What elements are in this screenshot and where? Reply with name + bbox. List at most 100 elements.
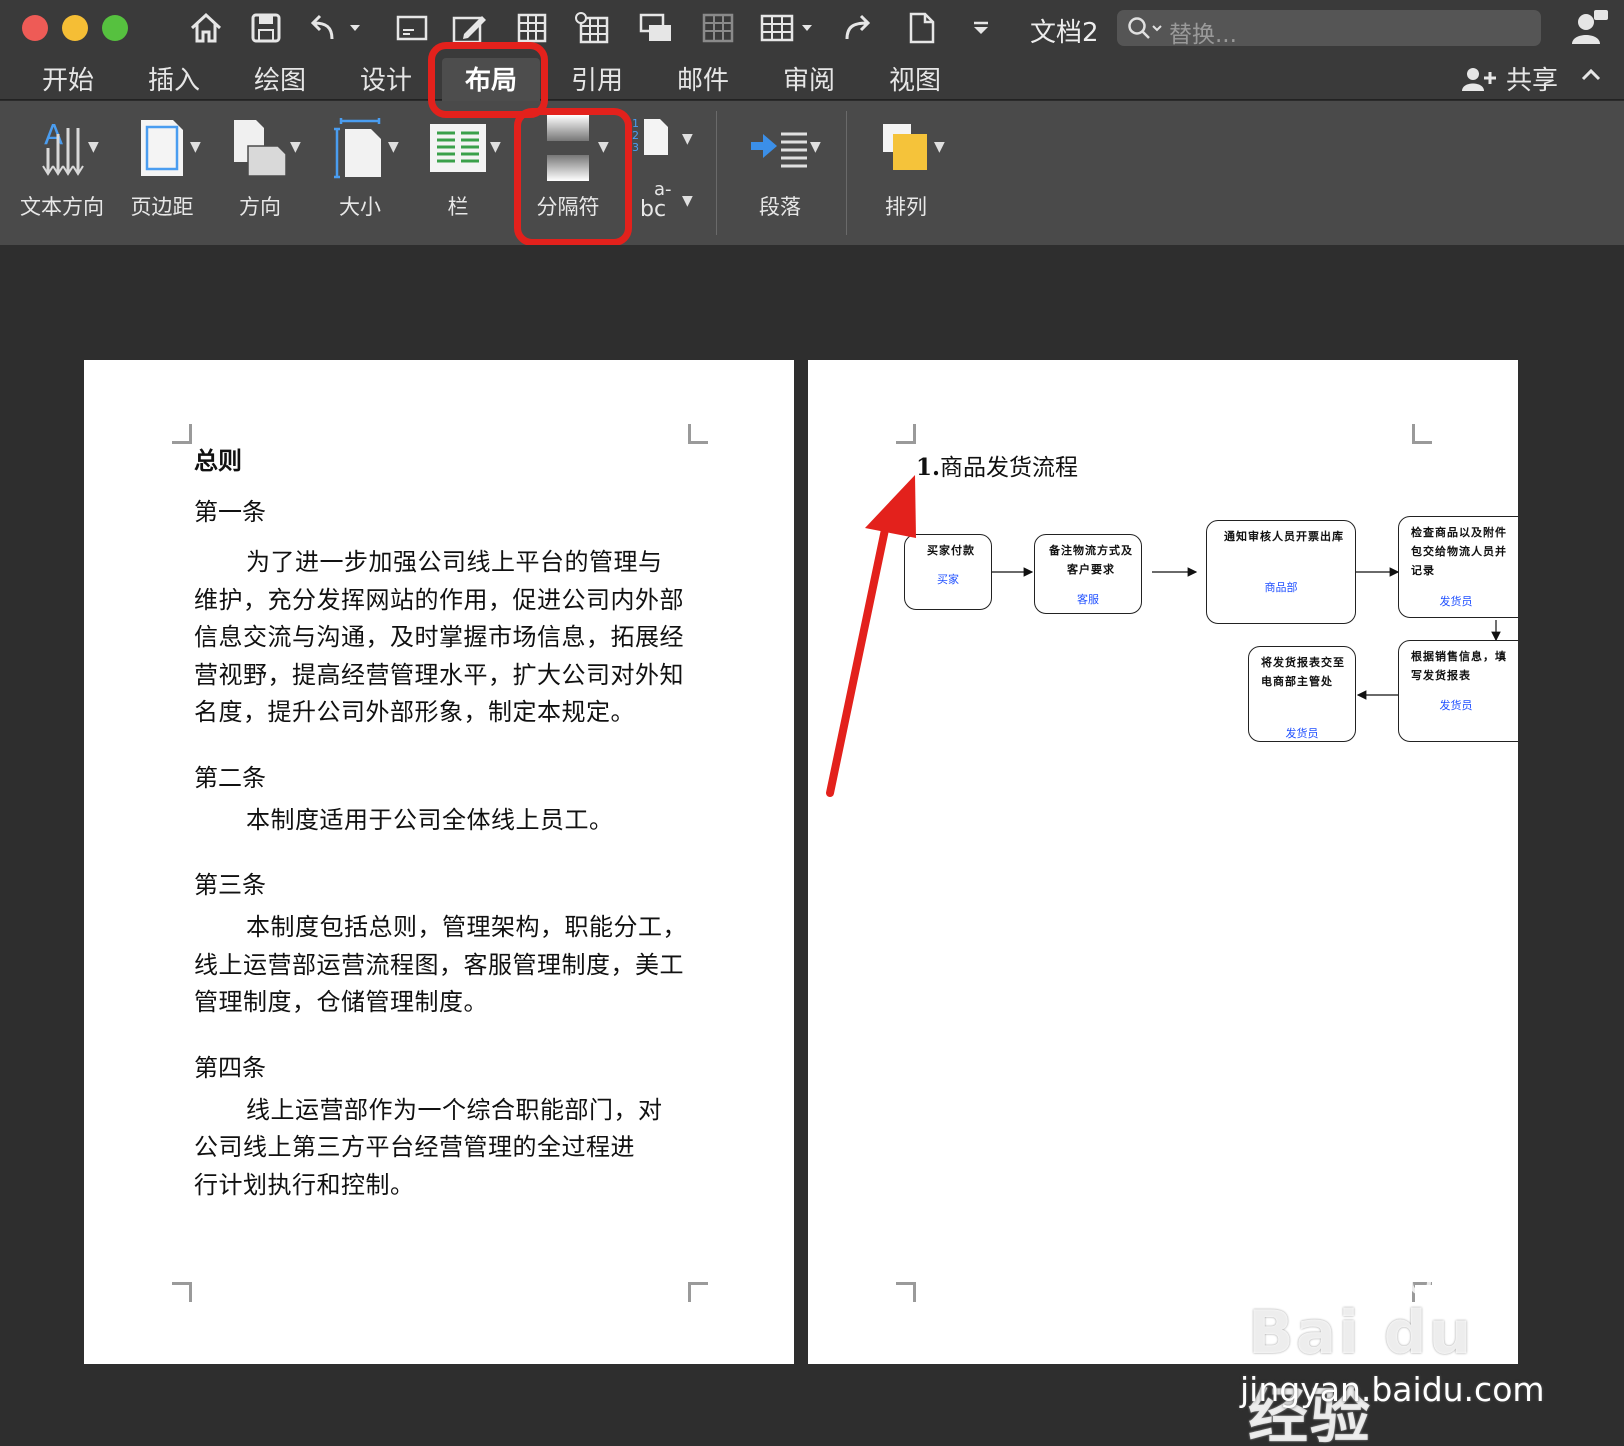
title-bar: 文档2 替换... xyxy=(0,0,1624,56)
tab-mailings[interactable]: 邮件 xyxy=(663,60,743,97)
text-line: 名度，提升公司外部形象，制定本规定。 xyxy=(194,698,635,726)
step-role: 买家 xyxy=(937,573,959,586)
redo-icon[interactable] xyxy=(838,8,878,48)
ribbon-separator xyxy=(846,111,847,235)
search-box[interactable]: 替换... xyxy=(1117,10,1541,48)
tab-draw[interactable]: 绘图 xyxy=(240,60,320,97)
flowchart-step: 将发货报表交至电商部主管处 发货员 xyxy=(1248,646,1356,742)
undo-icon[interactable] xyxy=(308,8,364,48)
text-line: 维护，充分发挥网站的作用，促进公司内外部 xyxy=(194,585,684,614)
breaks-highlight xyxy=(514,108,632,246)
text-line: 本制度适用于公司全体线上员工。 xyxy=(246,805,614,834)
columns-icon xyxy=(416,115,500,181)
text-line: 为了进一步加强公司线上平台的管理与 xyxy=(246,548,663,576)
hyphenation-dropdown-icon[interactable]: ▼ xyxy=(682,193,693,209)
hyphenation-label-bottom: bc xyxy=(640,197,667,222)
line-numbers-icon: 1 2 3 xyxy=(630,115,674,163)
tab-insert[interactable]: 插入 xyxy=(134,60,214,97)
tab-references[interactable]: 引用 xyxy=(557,60,637,97)
search-placeholder: 替换... xyxy=(1169,22,1237,48)
flowchart-step: 根据销售信息，填写发货报表 发货员 xyxy=(1398,640,1518,742)
ribbon-tabs: 开始 插入 绘图 设计 布局 引用 邮件 审阅 视图 共享 xyxy=(0,56,1624,102)
orientation-label: 方向 xyxy=(239,195,281,219)
text-line: 公司线上第三方平台经营管理的全过程进 xyxy=(194,1133,635,1161)
table-dropdown-icon[interactable] xyxy=(760,8,816,48)
home-icon[interactable] xyxy=(186,8,226,48)
columns-label: 栏 xyxy=(447,195,469,219)
tab-design[interactable]: 设计 xyxy=(346,60,426,97)
flowchart-step: 通知审核人员开票出库 商品部 xyxy=(1206,520,1356,624)
windows-icon[interactable] xyxy=(636,8,676,48)
step-text: 通知审核人员开票出库 xyxy=(1224,530,1344,543)
text-line: 线上运营部作为一个综合职能部门，对 xyxy=(246,1095,663,1124)
share-button[interactable]: 共享 xyxy=(1462,60,1558,97)
text-line: 管理制度，仓储管理制度。 xyxy=(194,988,488,1016)
layout-tab-highlight xyxy=(428,42,548,118)
size-button[interactable]: 大小 xyxy=(318,115,402,221)
flowchart-step: 买家付款 买家 xyxy=(904,534,992,610)
arrange-dropdown-icon[interactable]: ▼ xyxy=(934,139,945,155)
add-person-icon xyxy=(1462,67,1496,91)
search-icon xyxy=(1127,16,1163,46)
document-page-1[interactable]: 总则 第一条 为了进一步加强公司线上平台的管理与 维护，充分发挥网站的作用，促进… xyxy=(84,360,794,1364)
columns-button[interactable]: 栏 xyxy=(416,115,500,221)
margin-corner xyxy=(688,1282,708,1302)
form-field-icon[interactable] xyxy=(392,8,432,48)
customize-toolbar-icon[interactable] xyxy=(966,8,996,48)
article-paragraph: 线上运营部作为一个综合职能部门，对 公司线上第三方平台经营管理的全过程进 行计划… xyxy=(194,1092,694,1205)
tab-review[interactable]: 审阅 xyxy=(769,60,849,97)
margin-corner xyxy=(172,424,192,444)
save-icon[interactable] xyxy=(246,8,286,48)
paragraph-button[interactable]: 段落 xyxy=(734,115,826,221)
maximize-window-button[interactable] xyxy=(102,15,128,41)
text-line: 行计划执行和控制。 xyxy=(194,1170,415,1199)
tab-home[interactable]: 开始 xyxy=(28,60,108,97)
article-title: 第三条 xyxy=(194,871,266,899)
step-role: 商品部 xyxy=(1264,581,1298,594)
flowchart-step: 备注物流方式及客户要求 客服 xyxy=(1034,534,1142,614)
size-label: 大小 xyxy=(339,195,381,219)
tab-view[interactable]: 视图 xyxy=(875,60,955,97)
line-numbers-button[interactable]: 1 2 3 xyxy=(630,115,674,163)
minimize-window-button[interactable] xyxy=(62,15,88,41)
margins-dropdown-icon[interactable]: ▼ xyxy=(190,139,201,155)
article-title: 第二条 xyxy=(194,763,266,792)
text-direction-dropdown-icon[interactable]: ▼ xyxy=(88,139,99,155)
page-1-body: 总则 第一条 为了进一步加强公司线上平台的管理与 维护，充分发挥网站的作用，促进… xyxy=(194,444,694,1204)
table-style-icon[interactable] xyxy=(698,8,738,48)
step-role: 发货员 xyxy=(1285,727,1319,740)
text-direction-label: 文本方向 xyxy=(20,195,104,219)
new-document-icon[interactable] xyxy=(904,8,940,48)
article-paragraph: 本制度包括总则，管理架构，职能分工， 线上运营部运营流程图，客服管理制度，美工 … xyxy=(194,909,694,1022)
step-text: 检查商品以及附件包交给物流人员并记录 xyxy=(1411,526,1507,577)
svg-text:3: 3 xyxy=(632,141,639,154)
document-page-2[interactable]: 1.商品发货流程 买家付款 买家 备注物流方式及客户要求 客服 通知审核人员开票… xyxy=(808,360,1518,1364)
account-icon[interactable] xyxy=(1570,10,1610,50)
line-numbers-dropdown-icon[interactable]: ▼ xyxy=(682,131,693,147)
step-role: 发货员 xyxy=(1439,595,1473,608)
hyphenation-button[interactable]: a- bc xyxy=(640,181,684,221)
article-paragraph: 为了进一步加强公司线上平台的管理与 维护，充分发挥网站的作用，促进公司内外部 信… xyxy=(194,544,694,732)
section-heading: 总则 xyxy=(194,446,242,475)
orientation-dropdown-icon[interactable]: ▼ xyxy=(290,139,301,155)
columns-dropdown-icon[interactable]: ▼ xyxy=(490,139,501,155)
text-line: 本制度包括总则，管理架构，职能分工， xyxy=(246,913,687,941)
step-role: 客服 xyxy=(1077,593,1099,606)
collapse-ribbon-icon[interactable] xyxy=(1580,60,1602,88)
watermark-url: jingyan.baidu.com xyxy=(1240,1370,1545,1409)
step-text: 买家付款 xyxy=(927,544,975,557)
paragraph-dropdown-icon[interactable]: ▼ xyxy=(810,139,821,155)
margins-button[interactable]: 页边距 xyxy=(120,115,204,221)
arrange-button[interactable]: 排列 xyxy=(864,115,948,221)
close-window-button[interactable] xyxy=(22,15,48,41)
step-text: 根据销售信息，填写发货报表 xyxy=(1411,650,1507,682)
margin-corner xyxy=(896,1282,916,1302)
text-line: 营视野，提高经营管理水平，扩大公司对外知 xyxy=(194,660,684,689)
step-text: 将发货报表交至电商部主管处 xyxy=(1261,656,1345,688)
size-dropdown-icon[interactable]: ▼ xyxy=(388,139,399,155)
margins-label: 页边距 xyxy=(130,195,194,219)
step-text: 备注物流方式及客户要求 xyxy=(1049,544,1133,576)
orientation-button[interactable]: 方向 xyxy=(218,115,302,221)
text-direction-button[interactable]: A 文本方向 xyxy=(14,115,110,221)
insert-table-icon[interactable] xyxy=(572,8,612,48)
